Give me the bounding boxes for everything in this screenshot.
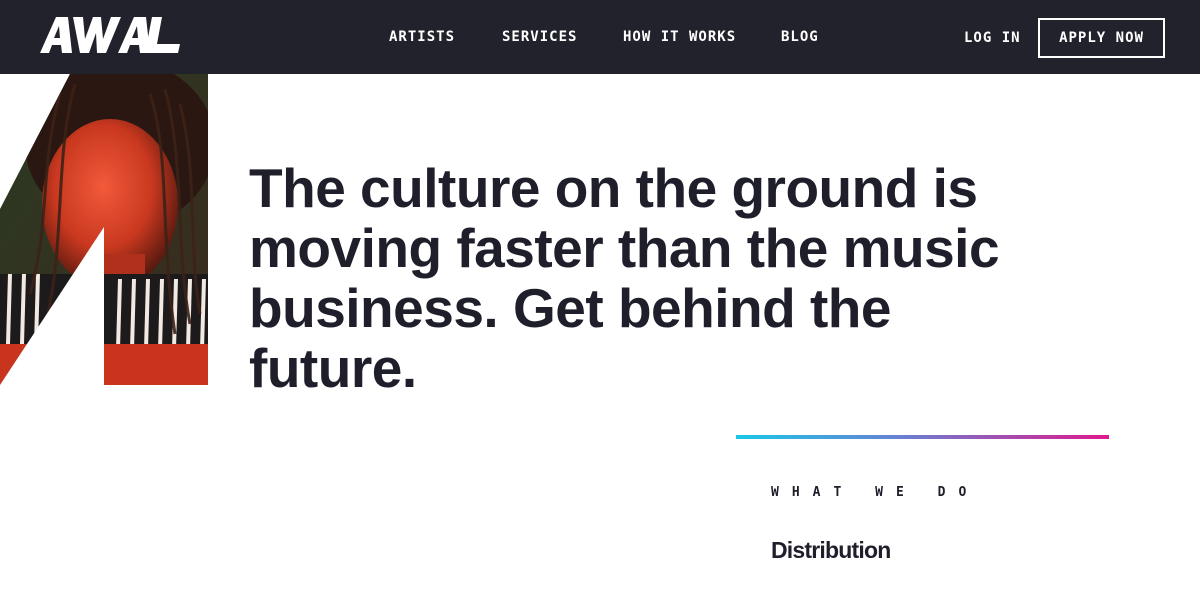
artist-portrait-image	[0, 74, 208, 385]
nav-how-it-works-link[interactable]: HOW IT WORKS	[623, 28, 736, 46]
section-kicker: WHAT WE DO	[771, 485, 980, 500]
nav-services-link[interactable]: SERVICES	[502, 28, 577, 46]
awal-logo-mark	[40, 17, 180, 53]
top-navigation-bar: ARTISTS SERVICES HOW IT WORKS BLOG LOG I…	[0, 0, 1200, 74]
nav-artists-link[interactable]: ARTISTS	[389, 28, 455, 46]
hero-artist-photo	[0, 74, 208, 385]
section-title: Distribution	[771, 537, 891, 563]
hero-headline: The culture on the ground is moving fast…	[249, 157, 1000, 399]
login-link[interactable]: LOG IN	[964, 29, 1021, 47]
apply-now-button[interactable]: APPLY NOW	[1038, 18, 1165, 58]
nav-blog-link[interactable]: BLOG	[781, 28, 819, 46]
awal-logo[interactable]	[40, 17, 180, 55]
gradient-divider	[736, 435, 1109, 439]
